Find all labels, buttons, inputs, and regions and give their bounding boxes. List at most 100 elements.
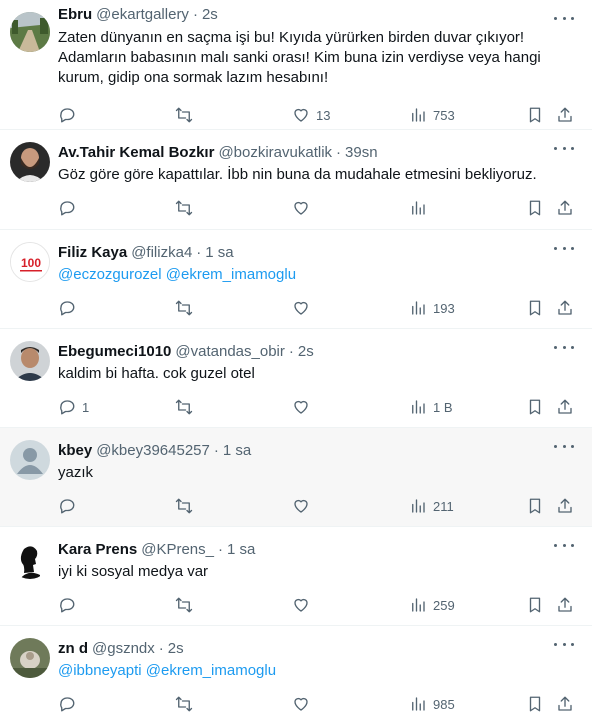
timestamp[interactable]: 1 sa xyxy=(205,243,233,263)
views-button[interactable]: 985 xyxy=(409,694,455,713)
tweet-mentions[interactable]: @eczozgurozel @ekrem_imamoglu xyxy=(58,265,578,285)
avatar[interactable] xyxy=(10,638,50,678)
avatar[interactable] xyxy=(10,440,50,480)
share-button[interactable] xyxy=(556,595,574,615)
tweet[interactable]: Ebegumeci1010 @vatandas_obir · 2s kaldim… xyxy=(0,329,592,428)
views-icon xyxy=(412,201,425,215)
bookmark-icon xyxy=(529,597,541,613)
more-options-button[interactable] xyxy=(554,140,574,156)
author-handle[interactable]: @filizka4 xyxy=(131,243,192,263)
timestamp[interactable]: 1 sa xyxy=(223,441,251,461)
tweet[interactable]: Kara Prens @KPrens_ · 1 sa iyi ki sosyal… xyxy=(0,527,592,626)
author-name[interactable]: Filiz Kaya xyxy=(58,243,127,263)
timestamp[interactable]: 1 sa xyxy=(227,540,255,560)
timestamp[interactable]: 39sn xyxy=(345,143,378,163)
reply-button[interactable] xyxy=(58,496,76,516)
views-icon xyxy=(412,697,425,711)
author-name[interactable]: kbey xyxy=(58,441,92,461)
tweet[interactable]: Ebru @ekartgallery · 2s Zaten dünyanın e… xyxy=(0,0,592,130)
avatar[interactable] xyxy=(10,12,50,52)
like-button[interactable] xyxy=(292,298,310,318)
more-options-button[interactable] xyxy=(554,240,574,256)
share-button[interactable] xyxy=(556,496,574,516)
share-button[interactable] xyxy=(556,397,574,417)
author-name[interactable]: Kara Prens xyxy=(58,540,137,560)
reply-button[interactable] xyxy=(58,198,76,218)
share-button[interactable] xyxy=(556,198,574,218)
more-icon-dot xyxy=(571,345,574,349)
avatar[interactable] xyxy=(10,341,50,381)
share-button[interactable] xyxy=(556,105,574,125)
views-button[interactable]: 1 B xyxy=(409,397,453,417)
heart-icon xyxy=(294,301,308,315)
author-handle[interactable]: @ekartgallery xyxy=(96,5,189,25)
retweet-button[interactable] xyxy=(175,298,193,318)
retweet-button[interactable] xyxy=(175,397,193,417)
avatar[interactable]: 100 xyxy=(10,242,50,282)
timestamp[interactable]: 2s xyxy=(298,342,314,362)
tweet[interactable]: 100 Filiz Kaya @filizka4 · 1 sa @eczozgu… xyxy=(0,230,592,329)
views-button[interactable]: 753 xyxy=(409,105,455,125)
like-button[interactable] xyxy=(292,397,310,417)
retweet-button[interactable] xyxy=(175,105,193,125)
author-name[interactable]: Av.Tahir Kemal Bozkır xyxy=(58,143,214,163)
reply-button[interactable] xyxy=(58,105,76,125)
more-icon-dot xyxy=(554,146,557,150)
author-handle[interactable]: @kbey39645257 xyxy=(96,441,210,461)
reply-button[interactable] xyxy=(58,694,76,713)
tweet[interactable]: Av.Tahir Kemal Bozkır @bozkiravukatlik ·… xyxy=(0,130,592,230)
avatar[interactable] xyxy=(10,539,50,579)
tweet[interactable]: zn d @gszndx · 2s @ibbneyapti @ekrem_ima… xyxy=(0,626,592,713)
like-button[interactable] xyxy=(292,198,310,218)
reply-button[interactable] xyxy=(58,595,76,615)
tweet-mentions[interactable]: @ibbneyapti @ekrem_imamoglu xyxy=(58,661,578,681)
like-button[interactable] xyxy=(292,694,310,713)
author-handle[interactable]: @KPrens_ xyxy=(141,540,214,560)
views-button[interactable]: 259 xyxy=(409,595,455,615)
retweet-button[interactable] xyxy=(175,694,193,713)
more-icon-dot xyxy=(562,16,566,20)
separator: · xyxy=(288,343,294,360)
views-button[interactable]: 211 xyxy=(409,496,454,516)
author-name[interactable]: zn d xyxy=(58,639,88,659)
reply-button[interactable] xyxy=(58,298,76,318)
bookmark-button[interactable] xyxy=(526,496,544,516)
bookmark-button[interactable] xyxy=(526,595,544,615)
author-handle[interactable]: @gszndx xyxy=(92,639,155,659)
more-icon-dot xyxy=(571,146,574,150)
like-button[interactable] xyxy=(292,595,310,615)
reply-icon xyxy=(60,108,75,123)
more-options-button[interactable] xyxy=(554,438,574,454)
timestamp[interactable]: 2s xyxy=(168,639,184,659)
bookmark-button[interactable] xyxy=(526,198,544,218)
more-options-button[interactable] xyxy=(554,636,574,652)
author-handle[interactable]: @bozkiravukatlik xyxy=(218,143,332,163)
share-button[interactable] xyxy=(556,298,574,318)
more-options-button[interactable] xyxy=(554,339,574,355)
retweet-button[interactable] xyxy=(175,198,193,218)
share-icon xyxy=(558,696,572,711)
views-button[interactable]: 193 xyxy=(409,298,455,318)
more-options-button[interactable] xyxy=(554,10,574,26)
views-button[interactable] xyxy=(409,198,427,218)
bookmark-button[interactable] xyxy=(526,105,544,125)
author-name[interactable]: Ebegumeci1010 xyxy=(58,342,171,362)
share-icon xyxy=(558,399,572,414)
author-handle[interactable]: @vatandas_obir xyxy=(175,342,284,362)
more-icon-dot xyxy=(554,246,557,250)
retweet-button[interactable] xyxy=(175,496,193,516)
retweet-button[interactable] xyxy=(175,595,193,615)
tweet[interactable]: kbey @kbey39645257 · 1 sa yazık 211 xyxy=(0,428,592,527)
bookmark-button[interactable] xyxy=(526,298,544,318)
avatar[interactable] xyxy=(10,142,50,182)
more-icon-dot xyxy=(554,16,557,20)
author-name[interactable]: Ebru xyxy=(58,5,92,25)
like-button[interactable] xyxy=(292,496,310,516)
reply-button[interactable]: 1 xyxy=(58,397,89,417)
timestamp[interactable]: 2s xyxy=(202,5,218,25)
bookmark-button[interactable] xyxy=(526,397,544,417)
share-button[interactable] xyxy=(556,694,574,713)
more-options-button[interactable] xyxy=(554,537,574,553)
bookmark-button[interactable] xyxy=(526,694,544,713)
like-button[interactable]: 13 xyxy=(292,105,330,125)
